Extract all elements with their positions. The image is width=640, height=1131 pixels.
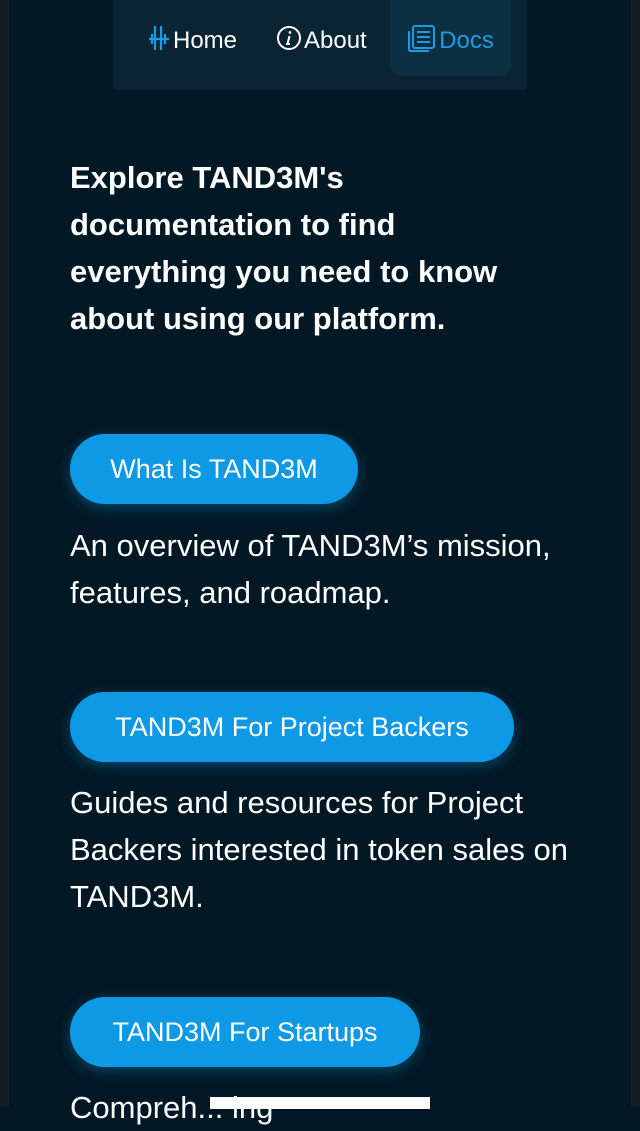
what-is-tandem-description: An overview of TAND3M’s mission, feature… (70, 528, 551, 610)
redaction-bar (210, 1097, 430, 1109)
nav-docs[interactable]: Docs (390, 0, 511, 76)
info-icon (276, 25, 302, 51)
what-is-tandem-button[interactable]: What Is TAND3M (70, 434, 358, 504)
nav-home-label: Home (173, 27, 238, 54)
nav-home[interactable]: Home (147, 0, 237, 76)
project-backers-button[interactable]: TAND3M For Project Backers (70, 692, 514, 762)
left-edge (0, 0, 9, 1107)
nav-about[interactable]: About (276, 0, 367, 76)
project-backers-description: Guides and resources for Project Backers… (70, 785, 568, 914)
nav-docs-label: Docs (439, 27, 494, 54)
intro-text: Explore TAND3M's documentation to find e… (70, 160, 498, 336)
right-edge (631, 0, 640, 1107)
tandem-logo-icon (147, 24, 171, 52)
document-icon (407, 24, 437, 52)
top-navigation: Home About Docs (113, 0, 527, 90)
nav-about-label: About (304, 27, 367, 54)
startups-button[interactable]: TAND3M For Startups (70, 997, 420, 1067)
